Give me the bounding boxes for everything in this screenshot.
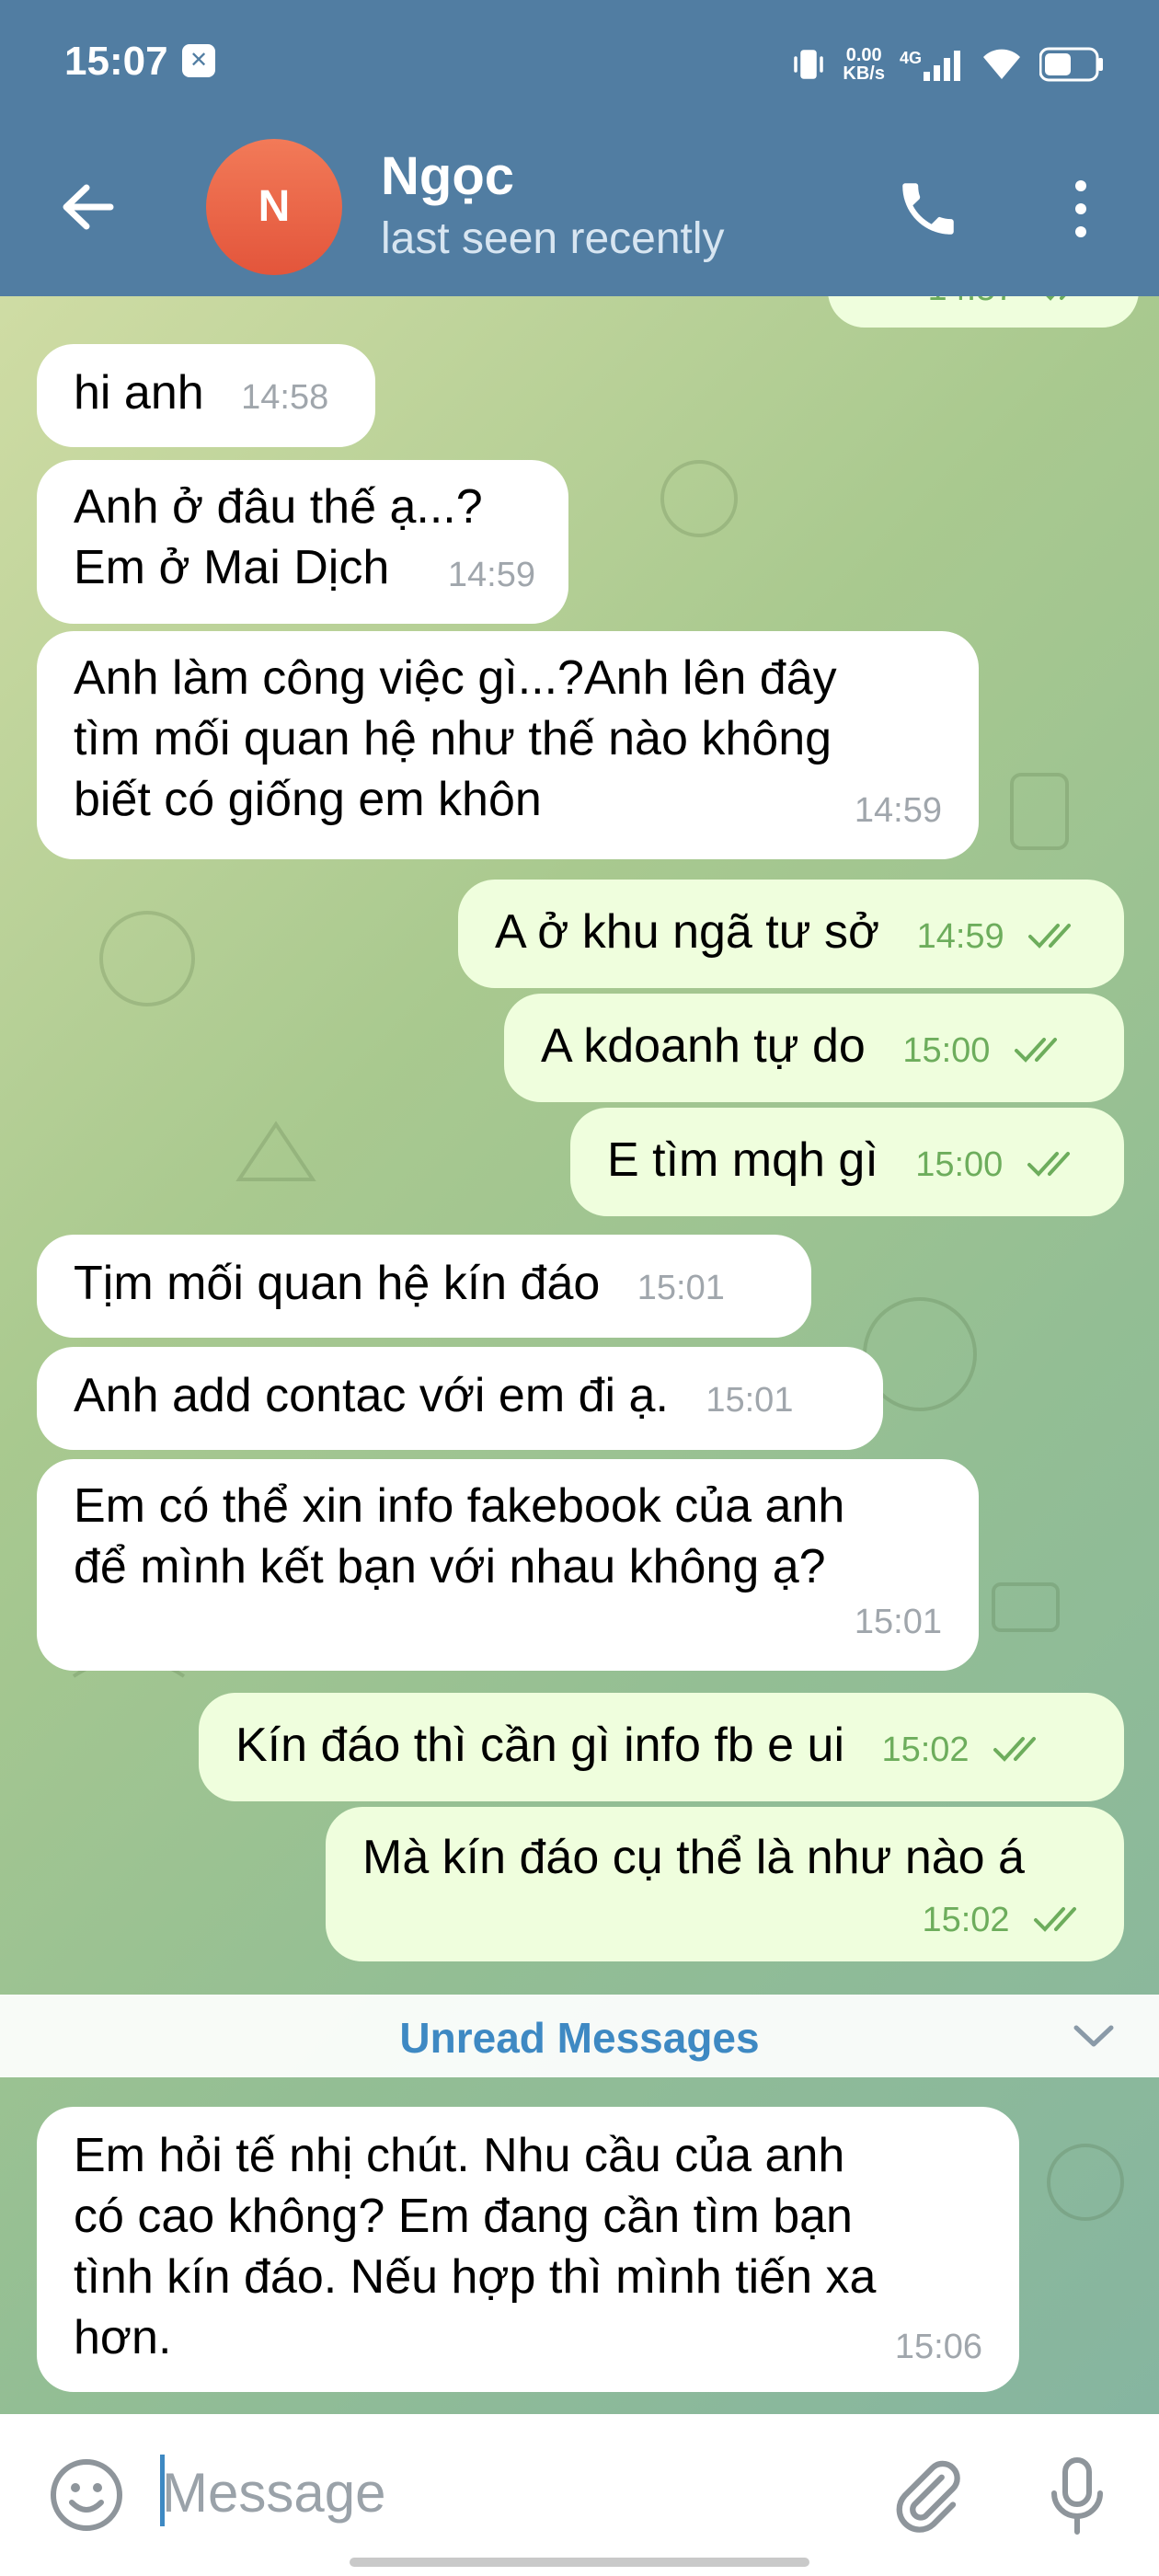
message-input[interactable] bbox=[162, 2453, 806, 2532]
message-time: 14:57 bbox=[927, 296, 1015, 308]
contact-name[interactable]: Ngọc bbox=[381, 145, 514, 207]
message-time: 14:59 bbox=[447, 556, 535, 594]
attach-icon[interactable] bbox=[889, 2456, 966, 2534]
battery-icon bbox=[1039, 47, 1103, 82]
message-out[interactable]: E tìm mqh gì 15:00 bbox=[570, 1108, 1124, 1216]
message-meta: 15:02 bbox=[922, 1885, 1087, 1950]
message-out[interactable]: A ở khu ngã tư sở 14:59 bbox=[458, 880, 1124, 988]
message-time: 15:02 bbox=[922, 1901, 1010, 1939]
message-in[interactable]: Em hỏi tế nhị chút. Nhu cầu của anh có c… bbox=[37, 2107, 1019, 2392]
message-time: 15:01 bbox=[706, 1381, 794, 1420]
read-ticks-icon bbox=[1028, 924, 1072, 949]
message-text: hi anh bbox=[74, 366, 204, 420]
message-out-partial[interactable]: 14:57 bbox=[828, 296, 1139, 328]
contact-status: last seen recently bbox=[381, 214, 725, 263]
status-icons: 0.00 KB/s 4G bbox=[789, 37, 1104, 92]
status-time: 15:07 bbox=[64, 39, 168, 84]
chat-history[interactable]: 14:57 hi anh 14:58 Anh ở đâu thế ạ...? E… bbox=[0, 296, 1159, 2414]
message-in[interactable]: Em có thể xin info fakebook của anh để m… bbox=[37, 1459, 979, 1671]
message-text: E tìm mqh gì bbox=[607, 1133, 878, 1187]
message-in[interactable]: Anh add contac với em đi ạ. 15:01 bbox=[37, 1347, 883, 1450]
message-text: Em hỏi tế nhị chút. Nhu cầu của anh có c… bbox=[74, 2129, 877, 2364]
emoji-icon[interactable] bbox=[48, 2456, 125, 2534]
wifi-icon bbox=[983, 49, 1020, 79]
signal-icon bbox=[924, 51, 960, 81]
message-out[interactable]: A kdoanh tự do 15:00 bbox=[504, 994, 1124, 1102]
avatar[interactable]: N bbox=[206, 139, 342, 275]
message-time: 15:06 bbox=[894, 2328, 982, 2366]
message-out[interactable]: Mà kín đáo cụ thể là như nào á 15:02 bbox=[326, 1807, 1124, 1961]
vibrate-icon bbox=[794, 50, 824, 79]
read-ticks-icon bbox=[1014, 1038, 1057, 1063]
message-text: A kdoanh tự do bbox=[541, 1019, 866, 1073]
more-options-icon[interactable] bbox=[1058, 175, 1104, 243]
phone-icon[interactable] bbox=[894, 175, 962, 243]
message-time: 15:00 bbox=[902, 1031, 991, 1070]
message-text: Em có thể xin info fakebook của anh để m… bbox=[74, 1479, 845, 1593]
message-time: 15:01 bbox=[854, 1603, 942, 1641]
message-text: Kín đáo thì cần gì info fb e ui bbox=[235, 1719, 845, 1772]
message-time: 14:59 bbox=[854, 791, 942, 830]
message-composer bbox=[0, 2414, 1159, 2576]
message-text: Anh add contac với em đi ạ. bbox=[74, 1369, 669, 1422]
chevron-down-icon[interactable] bbox=[1071, 2020, 1117, 2052]
back-arrow-icon[interactable] bbox=[55, 175, 120, 239]
message-text: Tịm mối quan hệ kín đáo bbox=[74, 1257, 601, 1310]
message-text: Anh làm công việc gì...?Anh lên đây tìm … bbox=[74, 651, 837, 826]
message-in[interactable]: Tịm mối quan hệ kín đáo 15:01 bbox=[37, 1235, 811, 1338]
message-in[interactable]: hi anh 14:58 bbox=[37, 344, 375, 447]
net-speed-unit: KB/s bbox=[843, 63, 885, 84]
read-ticks-icon bbox=[993, 1737, 1037, 1762]
message-time: 15:00 bbox=[915, 1145, 1004, 1184]
message-time: 14:59 bbox=[916, 917, 1004, 956]
message-out[interactable]: Kín đáo thì cần gì info fb e ui 15:02 bbox=[199, 1693, 1124, 1801]
unread-label: Unread Messages bbox=[399, 2014, 760, 2062]
chat-header: 15:07 ✕ 0.00 KB/s 4G N Ngọc last seen re… bbox=[0, 0, 1159, 296]
network-type: 4G bbox=[899, 49, 922, 67]
message-time: 15:01 bbox=[637, 1269, 725, 1307]
message-text: A ở khu ngã tư sở bbox=[495, 905, 880, 959]
mic-icon[interactable] bbox=[1045, 2455, 1109, 2537]
net-speed-value: 0.00 bbox=[845, 45, 882, 65]
message-time: 15:02 bbox=[881, 1731, 970, 1769]
read-ticks-icon bbox=[1034, 1907, 1076, 1932]
message-in[interactable]: Anh ở đâu thế ạ...? Em ở Mai Dịch 14:59 bbox=[37, 460, 568, 624]
unread-divider: Unread Messages bbox=[0, 1995, 1159, 2077]
net-speed: 0.00 KB/s bbox=[843, 46, 885, 83]
notification-app-icon: ✕ bbox=[182, 44, 215, 77]
message-text: Mà kín đáo cụ thể là như nào á bbox=[362, 1831, 1025, 1884]
cell-signal: 4G bbox=[900, 48, 964, 81]
message-in[interactable]: Anh làm công việc gì...?Anh lên đây tìm … bbox=[37, 631, 979, 859]
home-indicator[interactable] bbox=[350, 2558, 809, 2567]
message-time: 14:58 bbox=[241, 378, 329, 417]
read-ticks-icon bbox=[1046, 296, 1066, 301]
read-ticks-icon bbox=[1027, 1152, 1070, 1177]
